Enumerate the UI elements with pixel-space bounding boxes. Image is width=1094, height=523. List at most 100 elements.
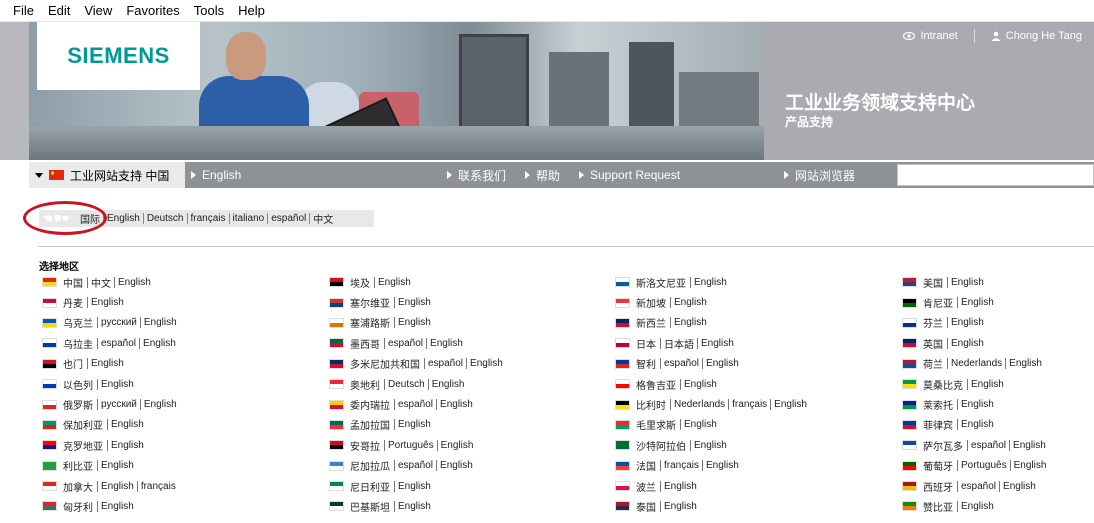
country-name[interactable]: 多米尼加共和国 [350,356,420,371]
country-language-link[interactable]: Nederlands [948,358,1005,369]
country-name[interactable]: 格鲁吉亚 [636,377,676,392]
country-language-link[interactable]: English [427,338,466,349]
country-language-link[interactable]: Nederlands [671,399,728,410]
country-language-link[interactable]: English [395,419,434,430]
country-language-link[interactable]: English [437,399,476,410]
country-language-link[interactable]: English [1006,358,1045,369]
country-name[interactable]: 葡萄牙 [923,458,953,473]
country-language-link[interactable]: English [395,317,434,328]
country-name[interactable]: 中国 [63,275,83,290]
lang-espanol[interactable]: español [268,213,309,224]
country-name[interactable]: 以色列 [63,377,93,392]
country-name[interactable]: 波兰 [636,479,656,494]
country-language-link[interactable]: English [140,338,179,349]
country-name[interactable]: 塞尔维亚 [350,295,390,310]
country-language-link[interactable]: English [98,379,137,390]
nav-english[interactable]: English [191,162,241,188]
country-language-link[interactable]: 中文 [88,275,114,290]
country-language-link[interactable]: English [968,379,1007,390]
country-language-link[interactable]: español [958,481,999,492]
country-language-link[interactable]: English [681,419,720,430]
search-input[interactable] [897,164,1094,186]
country-name[interactable]: 安哥拉 [350,438,380,453]
country-name[interactable]: 保加利亚 [63,417,103,432]
country-language-link[interactable]: English [467,358,506,369]
country-name[interactable]: 智利 [636,356,656,371]
country-language-link[interactable]: English [771,399,810,410]
country-language-link[interactable]: français [661,460,702,471]
country-language-link[interactable]: русский [98,317,140,328]
country-name[interactable]: 菲律宾 [923,417,953,432]
country-name[interactable]: 塞浦路斯 [350,315,390,330]
country-language-link[interactable]: English [671,297,710,308]
country-name[interactable]: 新西兰 [636,315,666,330]
country-name[interactable]: 尼加拉瓜 [350,458,390,473]
country-language-link[interactable]: English [948,338,987,349]
country-language-link[interactable]: español [425,358,466,369]
country-name[interactable]: 克罗地亚 [63,438,103,453]
lang-francais[interactable]: français [188,213,229,224]
nav-site-selector[interactable]: 工业网站支持 中国 [29,162,185,188]
country-name[interactable]: 乌拉圭 [63,336,93,351]
country-language-link[interactable]: English [88,297,127,308]
lang-chinese[interactable]: 中文 [310,211,336,226]
nav-support-request[interactable]: Support Request [579,162,680,188]
country-language-link[interactable]: Português [958,460,1010,471]
country-language-link[interactable]: français [729,399,770,410]
country-name[interactable]: 利比亚 [63,458,93,473]
user-link[interactable]: Chong He Tang [991,29,1082,43]
menu-edit[interactable]: Edit [41,0,77,22]
menu-favorites[interactable]: Favorites [119,0,186,22]
country-language-link[interactable]: español [395,460,436,471]
country-language-link[interactable]: English [691,440,730,451]
country-language-link[interactable]: English [1011,460,1050,471]
country-language-link[interactable]: Deutsch [385,379,428,390]
country-name[interactable]: 奥地利 [350,377,380,392]
country-language-link[interactable]: English [958,297,997,308]
country-name[interactable]: 芬兰 [923,315,943,330]
country-language-link[interactable]: English [429,379,468,390]
country-language-link[interactable]: English [98,460,137,471]
country-name[interactable]: 也门 [63,356,83,371]
country-name[interactable]: 加拿大 [63,479,93,494]
country-name[interactable]: 赞比亚 [923,499,953,514]
country-name[interactable]: 英国 [923,336,943,351]
nav-contact[interactable]: 联系我们 [447,162,506,188]
country-language-link[interactable]: English [948,277,987,288]
country-language-link[interactable]: English [108,419,147,430]
country-language-link[interactable]: 日本語 [661,336,697,351]
country-name[interactable]: 莫桑比克 [923,377,963,392]
country-language-link[interactable]: English [703,460,742,471]
country-name[interactable]: 日本 [636,336,656,351]
country-language-link[interactable]: Português [385,440,437,451]
menu-help[interactable]: Help [231,0,272,22]
country-name[interactable]: 萨尔瓦多 [923,438,963,453]
country-name[interactable]: 泰国 [636,499,656,514]
menu-view[interactable]: View [77,0,119,22]
menu-file[interactable]: File [6,0,41,22]
intranet-link[interactable]: Intranet [903,29,958,43]
siemens-logo[interactable]: SIEMENS [37,22,200,90]
country-name[interactable]: 委内瑞拉 [350,397,390,412]
lang-italiano[interactable]: italiano [230,213,268,224]
lang-english[interactable]: English [104,213,143,224]
country-language-link[interactable]: English [375,277,414,288]
country-language-link[interactable]: English [948,317,987,328]
country-language-link[interactable]: español [385,338,426,349]
country-name[interactable]: 墨西哥 [350,336,380,351]
country-language-link[interactable]: español [98,338,139,349]
country-language-link[interactable]: English [958,399,997,410]
country-language-link[interactable]: English [1010,440,1049,451]
lang-deutsch[interactable]: Deutsch [144,213,187,224]
country-name[interactable]: 巴基斯坦 [350,499,390,514]
country-language-link[interactable]: English [681,379,720,390]
country-name[interactable]: 西班牙 [923,479,953,494]
country-language-link[interactable]: English [395,297,434,308]
country-language-link[interactable]: English [395,501,434,512]
country-name[interactable]: 莱索托 [923,397,953,412]
nav-site-browser[interactable]: 网站浏览器 [784,162,855,188]
country-language-link[interactable]: English [661,501,700,512]
country-language-link[interactable]: English [395,481,434,492]
country-name[interactable]: 荷兰 [923,356,943,371]
menu-tools[interactable]: Tools [187,0,231,22]
